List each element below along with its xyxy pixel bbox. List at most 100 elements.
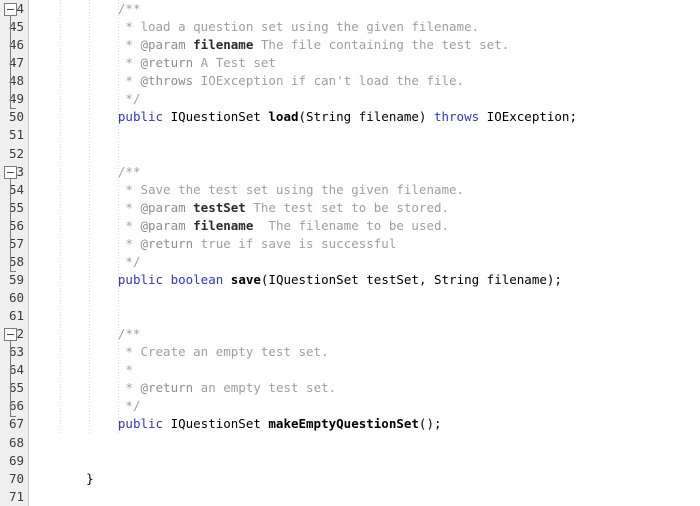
code-line[interactable] bbox=[56, 307, 700, 325]
line-number: 58 bbox=[8, 253, 24, 269]
line-number: 57 bbox=[8, 235, 24, 251]
line-number: 69 bbox=[8, 452, 24, 468]
code-line[interactable]: * @return an empty test set. bbox=[56, 379, 700, 397]
token-jdoc-tag: @return bbox=[140, 380, 194, 396]
fold-toggle-minus-icon[interactable] bbox=[4, 3, 17, 16]
code-line[interactable]: */ bbox=[56, 253, 700, 271]
line-number: 55 bbox=[8, 199, 24, 215]
code-line[interactable]: public IQuestionSet makeEmptyQuestionSet… bbox=[56, 415, 700, 433]
token-comment: * bbox=[117, 380, 141, 396]
line-number: 51 bbox=[8, 127, 24, 143]
token-comment: /** bbox=[117, 163, 141, 179]
token-jdoc-tag: @throws bbox=[140, 73, 194, 89]
code-line[interactable]: * bbox=[56, 361, 700, 379]
token-comment: A Test set bbox=[193, 55, 276, 71]
token-method: makeEmptyQuestionSet bbox=[268, 416, 419, 432]
code-line[interactable]: * @param filename The filename to be use… bbox=[56, 217, 700, 235]
fold-toggle-minus-icon[interactable] bbox=[4, 165, 17, 179]
line-number: 61 bbox=[8, 308, 24, 324]
token-method: load bbox=[268, 109, 299, 125]
token-comment: * bbox=[117, 37, 141, 53]
token-jdoc-param: testSet bbox=[193, 199, 246, 215]
code-line[interactable]: */ bbox=[56, 90, 700, 108]
token-comment: * bbox=[117, 199, 141, 215]
code-line[interactable] bbox=[56, 488, 700, 506]
code-folding-strip[interactable] bbox=[29, 0, 55, 506]
line-number-column: 4445464748495051525354555657585960616263… bbox=[0, 0, 28, 506]
line-number: 71 bbox=[8, 488, 24, 504]
line-number: 70 bbox=[8, 470, 24, 486]
token-comment: an empty test set. bbox=[193, 380, 337, 396]
token-plain: } bbox=[56, 470, 94, 486]
token-comment: * bbox=[117, 235, 141, 251]
token-comment: /** bbox=[117, 326, 141, 342]
code-line[interactable]: * load a question set using the given fi… bbox=[56, 18, 700, 36]
token-keyword: public bbox=[117, 416, 164, 432]
token-keyword: public bbox=[117, 271, 164, 287]
token-comment: * Save the test set using the given file… bbox=[117, 181, 465, 197]
token-plain: IQuestionSet bbox=[163, 109, 269, 125]
line-number: 48 bbox=[8, 73, 24, 89]
token-comment: * bbox=[117, 362, 133, 378]
line-number: 46 bbox=[8, 37, 24, 53]
code-line[interactable]: * Save the test set using the given file… bbox=[56, 181, 700, 199]
code-line[interactable]: * @param filename The file containing th… bbox=[56, 36, 700, 54]
line-number: 59 bbox=[8, 271, 24, 287]
token-keyword: public bbox=[117, 109, 164, 125]
token-comment: * bbox=[117, 55, 141, 71]
code-line[interactable] bbox=[56, 452, 700, 470]
code-line[interactable]: * @return A Test set bbox=[56, 54, 700, 72]
token-jdoc-param: filename bbox=[193, 217, 254, 233]
code-line[interactable]: */ bbox=[56, 397, 700, 415]
token-jdoc-tag: @return bbox=[140, 235, 194, 251]
code-line[interactable]: * @return true if save is successful bbox=[56, 235, 700, 253]
line-number: 45 bbox=[8, 19, 24, 35]
line-number: 49 bbox=[8, 91, 24, 107]
token-comment: * Create an empty test set. bbox=[117, 344, 329, 360]
token-method: save bbox=[230, 271, 261, 287]
token-keyword: boolean bbox=[170, 271, 224, 287]
code-line[interactable]: /** bbox=[56, 163, 700, 181]
fold-toggle-minus-icon[interactable] bbox=[4, 328, 17, 342]
code-line[interactable] bbox=[56, 145, 700, 163]
code-text-area[interactable]: /** * load a question set using the give… bbox=[56, 0, 700, 506]
line-number: 67 bbox=[8, 416, 24, 432]
token-jdoc-tag: @param bbox=[140, 37, 186, 53]
code-line[interactable]: public boolean save(IQuestionSet testSet… bbox=[56, 271, 700, 289]
token-plain: (); bbox=[418, 416, 442, 432]
token-jdoc-param: filename bbox=[193, 37, 254, 53]
token-plain: (String filename) bbox=[298, 109, 434, 125]
gutter-divider bbox=[28, 0, 29, 506]
fold-range-line bbox=[10, 178, 11, 271]
code-line[interactable]: * @param testSet The test set to be stor… bbox=[56, 199, 700, 217]
token-comment: IOException if can't load the file. bbox=[193, 73, 465, 89]
token-comment: The filename to be used. bbox=[253, 217, 450, 233]
line-number: 56 bbox=[8, 217, 24, 233]
token-plain: (IQuestionSet testSet, String filename); bbox=[260, 271, 562, 287]
code-line[interactable]: public IQuestionSet load(String filename… bbox=[56, 108, 700, 126]
token-comment: The test set to be stored. bbox=[245, 199, 450, 215]
token-jdoc-tag: @return bbox=[140, 55, 194, 71]
code-line[interactable] bbox=[56, 126, 700, 144]
code-line[interactable]: * Create an empty test set. bbox=[56, 343, 700, 361]
line-number: 47 bbox=[8, 55, 24, 71]
code-line[interactable]: } bbox=[56, 470, 700, 488]
code-editor[interactable]: /** * load a question set using the give… bbox=[0, 0, 700, 506]
line-number: 52 bbox=[8, 145, 24, 161]
token-comment: * load a question set using the given fi… bbox=[117, 19, 480, 35]
token-comment: * bbox=[117, 217, 141, 233]
token-plain: IQuestionSet bbox=[163, 416, 269, 432]
token-comment: */ bbox=[117, 253, 141, 269]
code-line[interactable]: /** bbox=[56, 325, 700, 343]
code-line[interactable] bbox=[56, 434, 700, 452]
token-comment: The file containing the test set. bbox=[253, 37, 510, 53]
token-comment: */ bbox=[117, 91, 141, 107]
fold-range-line bbox=[10, 341, 11, 416]
code-line[interactable]: * @throws IOException if can't load the … bbox=[56, 72, 700, 90]
fold-range-end-tick bbox=[10, 108, 16, 110]
code-line[interactable] bbox=[56, 289, 700, 307]
line-number: 65 bbox=[8, 380, 24, 396]
fold-range-end-tick bbox=[10, 415, 16, 417]
code-line[interactable]: /** bbox=[56, 0, 700, 18]
